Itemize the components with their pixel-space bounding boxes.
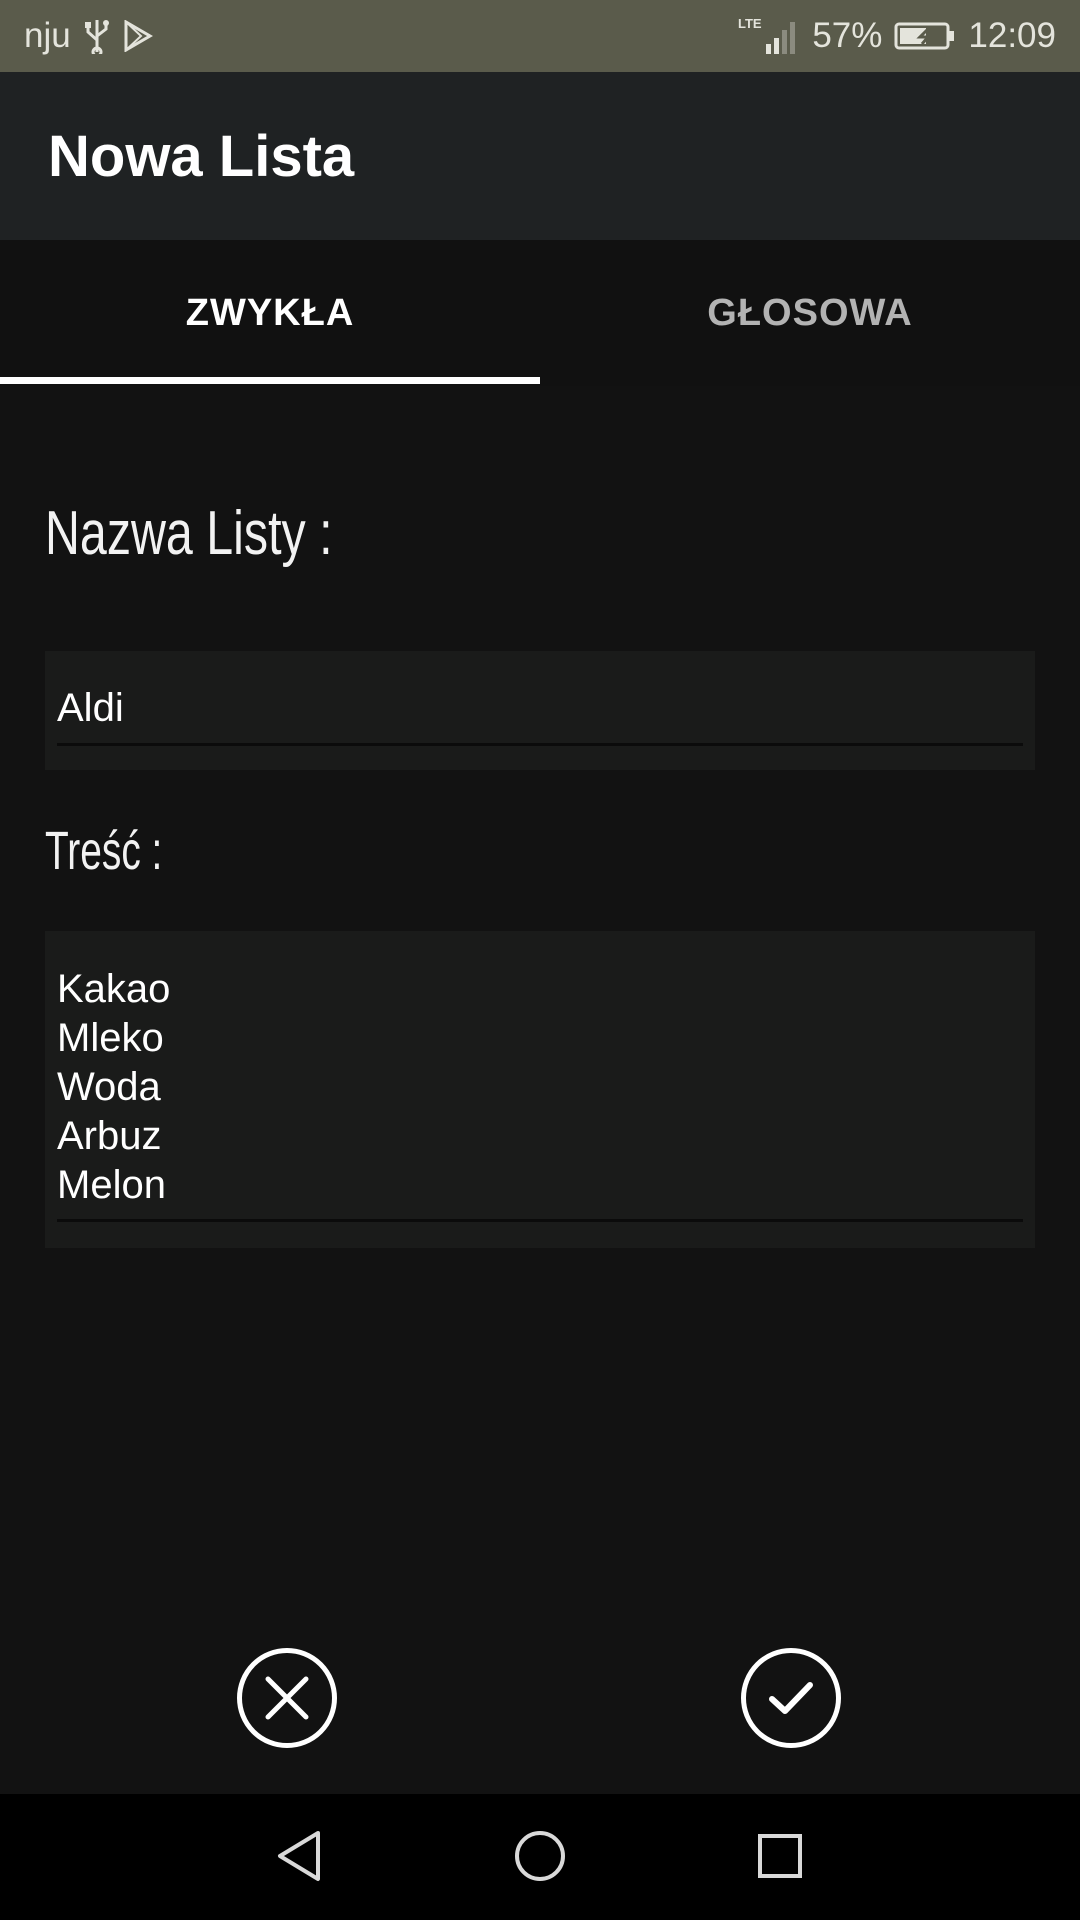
tab-zwykla[interactable]: ZWYKŁA [0, 240, 540, 386]
content-line: Woda [57, 1065, 161, 1109]
home-button[interactable] [510, 1826, 570, 1886]
clock: 12:09 [968, 16, 1056, 55]
close-circle-icon [265, 1676, 309, 1720]
content-label: Treść : [45, 821, 163, 881]
battery-charging-icon [894, 21, 956, 51]
content-text[interactable]: Kakao Mleko Woda Arbuz Melon [57, 965, 170, 1210]
content-field[interactable]: Kakao Mleko Woda Arbuz Melon [45, 931, 1035, 1248]
back-button[interactable] [270, 1826, 330, 1886]
tab-glosowa[interactable]: GŁOSOWA [540, 240, 1080, 386]
check-circle-icon [769, 1682, 813, 1714]
signal-icon: LTE [738, 16, 800, 56]
page-title: Nowa Lista [48, 123, 355, 189]
cancel-button[interactable] [237, 1648, 337, 1748]
recents-icon [758, 1834, 802, 1878]
field-underline [57, 743, 1023, 746]
tab-bar: ZWYKŁA GŁOSOWA [0, 240, 1080, 386]
status-bar-right: LTE 57% 12:09 [738, 16, 1056, 56]
battery-percent: 57% [812, 16, 883, 55]
tab-label: GŁOSOWA [707, 291, 913, 334]
usb-icon [83, 18, 111, 54]
app-bar: Nowa Lista [0, 72, 1080, 240]
content-line: Mleko [57, 1016, 164, 1060]
recents-button[interactable] [750, 1826, 810, 1886]
play-store-icon [123, 20, 153, 52]
field-underline [57, 1219, 1023, 1222]
status-bar: nju LTE 57% 12:09 [0, 0, 1080, 72]
svg-text:LTE: LTE [738, 16, 762, 31]
back-icon [278, 1831, 320, 1881]
content-line: Arbuz [57, 1114, 162, 1158]
content-line: Melon [57, 1163, 166, 1207]
content-line: Kakao [57, 967, 171, 1011]
list-name-value[interactable]: Aldi [57, 684, 124, 733]
list-name-field[interactable]: Aldi [45, 651, 1035, 770]
carrier-name: nju [24, 16, 71, 55]
navigation-bar [0, 1794, 1080, 1920]
confirm-button[interactable] [741, 1648, 841, 1748]
tab-indicator [0, 377, 540, 384]
home-icon [515, 1831, 565, 1881]
tab-label: ZWYKŁA [185, 291, 355, 334]
status-bar-left: nju [24, 16, 153, 56]
list-name-label: Nazwa Listy : [45, 499, 333, 568]
